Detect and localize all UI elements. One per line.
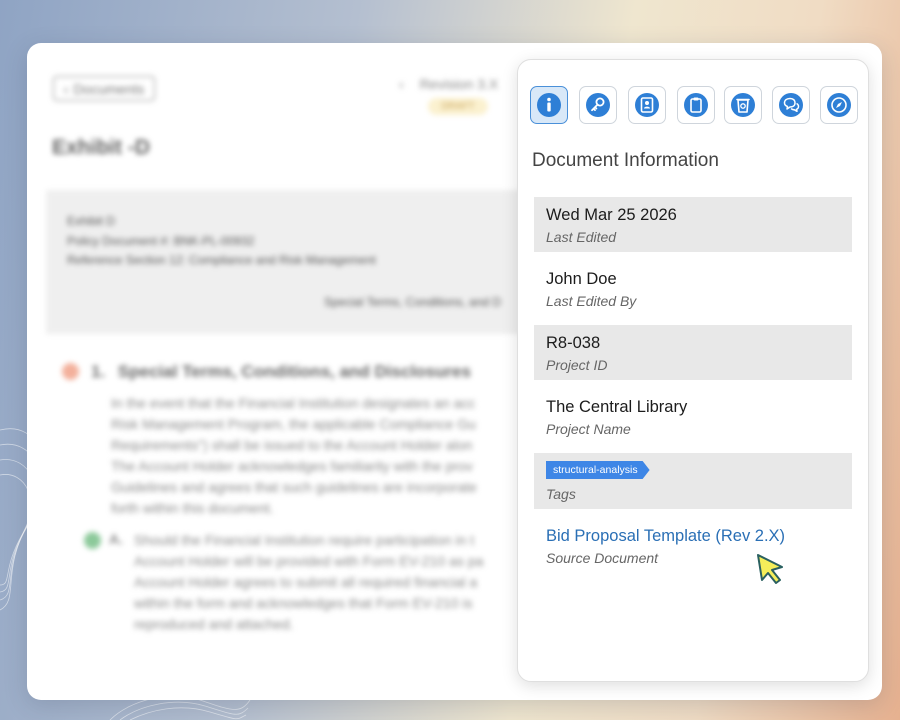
status-badge: DRAFT: [428, 98, 488, 115]
field-value: The Central Library: [546, 398, 688, 416]
section-heading: 1. Special Terms, Conditions, and Disclo…: [91, 362, 471, 382]
field-tags: structural-analysis Tags: [534, 453, 852, 509]
field-label: Last Edited: [546, 229, 617, 245]
back-button-label: Documents: [73, 80, 145, 97]
field-label: Source Document: [546, 550, 659, 566]
field-source-document: Bid Proposal Template (Rev 2.X) Source D…: [534, 518, 852, 573]
field-value: R8-038: [546, 334, 601, 352]
compass-icon: [827, 93, 851, 117]
chevron-left-icon: ‹: [399, 76, 404, 92]
mouse-pointer-icon: [757, 554, 783, 584]
section-status-dot: [62, 363, 79, 380]
contact-card-tab-button[interactable]: [628, 86, 666, 124]
subsection-body-text: Should the Financial Institution require…: [134, 532, 484, 632]
clipboard-icon: [684, 93, 708, 117]
field-last-edited-by: John Doe Last Edited By: [534, 261, 852, 316]
header-line: Policy Document #: BNK-PL-00932: [67, 234, 255, 248]
section-body-text: In the event that the Financial Institut…: [111, 395, 477, 516]
back-to-documents-button[interactable]: ‹ Documents: [53, 76, 155, 101]
panel-title: Document Information: [532, 150, 719, 171]
field-project-id: R8-038 Project ID: [534, 325, 852, 380]
key-icon: [586, 93, 610, 117]
field-project-name: The Central Library Project Name: [534, 389, 852, 444]
header-center-title: Special Terms, Conditions, and D: [324, 295, 502, 309]
chevron-left-icon: ‹: [63, 80, 69, 97]
field-label: Last Edited By: [546, 293, 637, 309]
field-value: Wed Mar 25 2026: [546, 206, 677, 224]
section-title: Special Terms, Conditions, and Disclosur…: [117, 362, 471, 381]
field-label: Tags: [546, 486, 576, 502]
revision-selector[interactable]: ‹ Revision 3.X: [399, 76, 498, 92]
source-document-link[interactable]: Bid Proposal Template (Rev 2.X): [546, 527, 785, 546]
subsection-status-dot: [84, 532, 101, 549]
header-line: Exhibit D: [67, 214, 116, 228]
trash-icon: [731, 93, 755, 117]
key-tab-button[interactable]: [579, 86, 617, 124]
subsection-label: A.: [109, 531, 123, 547]
tag-chip[interactable]: structural-analysis: [546, 461, 650, 479]
field-last-edited: Wed Mar 25 2026 Last Edited: [534, 197, 852, 252]
info-tab-button[interactable]: [530, 86, 568, 124]
comments-tab-button[interactable]: [772, 86, 810, 124]
revision-label: Revision 3.X: [419, 76, 499, 92]
field-value: John Doe: [546, 270, 617, 288]
document-info-panel: Document Information Wed Mar 25 2026 Las…: [517, 59, 869, 682]
clipboard-tab-button[interactable]: [677, 86, 715, 124]
field-label: Project Name: [546, 421, 631, 437]
section-number: 1.: [91, 362, 106, 381]
recycle-bin-tab-button[interactable]: [724, 86, 762, 124]
id-card-icon: [635, 93, 659, 117]
header-line: Reference Section 12: Compliance and Ris…: [67, 253, 376, 267]
chat-icon: [779, 93, 803, 117]
field-label: Project ID: [546, 357, 608, 373]
navigate-tab-button[interactable]: [820, 86, 858, 124]
page-title: Exhibit -D: [52, 136, 150, 159]
info-icon: [537, 93, 561, 117]
